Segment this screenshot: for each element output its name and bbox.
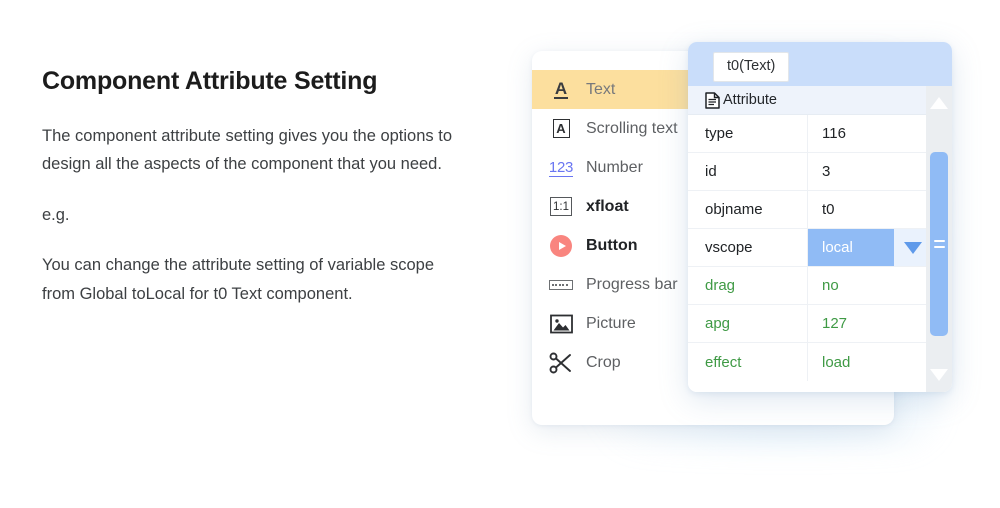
table-row[interactable]: effect load xyxy=(688,343,952,381)
attribute-key: drag xyxy=(688,267,808,304)
page-title: Component Attribute Setting xyxy=(42,66,462,96)
component-item-label: Progress bar xyxy=(586,276,678,294)
attribute-key: objname xyxy=(688,191,808,228)
table-row[interactable]: drag no xyxy=(688,267,952,305)
article-paragraph-2: e.g. xyxy=(42,201,462,229)
table-row[interactable]: apg 127 xyxy=(688,305,952,343)
attribute-key: id xyxy=(688,153,808,190)
attribute-key: type xyxy=(688,115,808,152)
table-row[interactable]: type 116 xyxy=(688,115,952,153)
component-item-label: Crop xyxy=(586,354,621,372)
component-item-label: Scrolling text xyxy=(586,120,678,138)
article-text-column: Component Attribute Setting The componen… xyxy=(42,66,462,308)
attribute-table-scrollbar[interactable] xyxy=(926,86,952,392)
tab-t0-text[interactable]: t0(Text) xyxy=(713,52,789,82)
article-paragraph-1: The component attribute setting gives yo… xyxy=(42,122,462,179)
progress-bar-icon xyxy=(546,280,576,290)
vscope-selected-value[interactable]: local xyxy=(808,229,894,266)
number-123-icon: 123 xyxy=(546,159,576,177)
attribute-key: effect xyxy=(688,343,808,381)
chevron-down-icon xyxy=(930,369,948,381)
scrollbar-down-button[interactable] xyxy=(926,362,952,388)
play-circle-icon xyxy=(546,235,576,257)
document-icon xyxy=(705,92,720,109)
scrollbar-thumb[interactable] xyxy=(930,152,948,336)
component-item-label: Picture xyxy=(586,315,636,333)
scissors-icon xyxy=(546,352,576,374)
table-row[interactable]: id 3 xyxy=(688,153,952,191)
table-row[interactable]: objname t0 xyxy=(688,191,952,229)
component-item-label: Button xyxy=(586,237,638,255)
scrollbar-grip-icon xyxy=(934,246,945,249)
attribute-section-label: Attribute xyxy=(723,92,777,108)
attribute-panel-header: t0(Text) xyxy=(688,42,952,86)
scrollbar-grip-icon xyxy=(934,240,945,243)
table-row-vscope[interactable]: vscope local xyxy=(688,229,952,267)
attribute-section-header: Attribute xyxy=(688,86,952,115)
component-item-label: xfloat xyxy=(586,198,629,216)
attribute-key: vscope xyxy=(688,229,808,266)
letter-a-underline-icon: A xyxy=(546,80,576,100)
scrollbar-up-button[interactable] xyxy=(926,90,952,116)
article-paragraph-3: You can change the attribute setting of … xyxy=(42,251,462,308)
attribute-panel: t0(Text) Attribute type 116 id 3 xyxy=(688,42,952,392)
chevron-down-icon xyxy=(904,242,922,254)
letter-a-boxed-icon: A xyxy=(546,119,576,138)
attribute-table: Attribute type 116 id 3 objname t0 vscop… xyxy=(688,86,952,392)
picture-icon xyxy=(546,314,576,334)
component-item-label: Text xyxy=(586,81,615,99)
ratio-1-1-icon: 1:1 xyxy=(546,197,576,216)
chevron-up-icon xyxy=(930,97,948,109)
attribute-key: apg xyxy=(688,305,808,342)
component-item-label: Number xyxy=(586,159,643,177)
